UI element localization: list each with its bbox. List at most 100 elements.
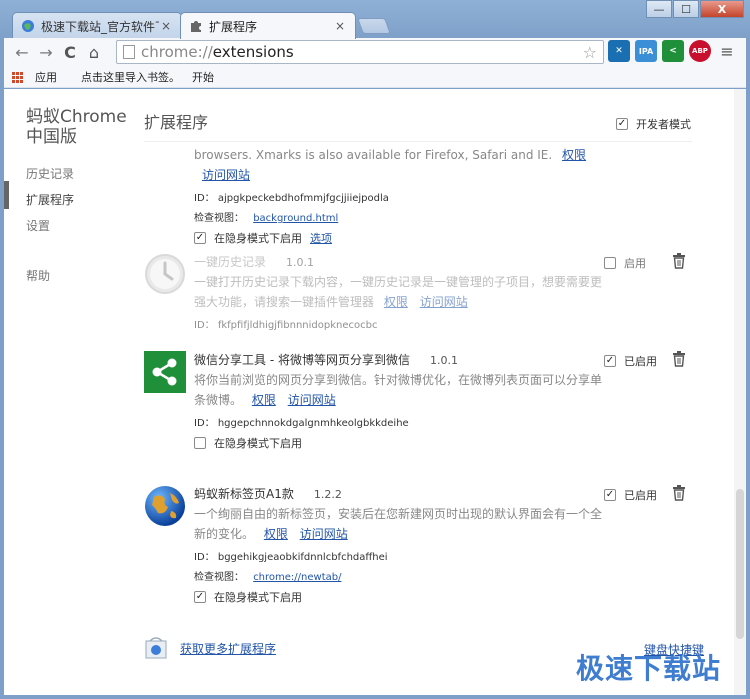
toolbar: ← → C ⌂ chrome:// extensions ☆ ✕ IPA < A… (4, 38, 746, 66)
back-button[interactable]: ← (10, 40, 34, 64)
close-window-button[interactable]: X (700, 0, 744, 18)
sidebar-item-history[interactable]: 历史记录 (26, 165, 74, 182)
menu-icon[interactable]: ≡ (716, 40, 738, 62)
extension-details: 蚂蚁新标签页A1款 1.2.2 一个绚丽自由的新标签页，安装后在您新建网页时出现的… (194, 485, 604, 605)
abp-icon[interactable]: ABP (689, 40, 711, 62)
inspect-views: 检查视图： background.html (194, 213, 339, 224)
extension-details: browsers. Xmarks is also available for F… (194, 145, 604, 246)
get-more-extensions[interactable]: 获取更多扩展程序 (144, 637, 276, 659)
ipa-icon[interactable]: IPA (635, 40, 657, 62)
bookmarks-bar: 应用 点击这里导入书签。 开始 (4, 66, 746, 88)
tab-title: 极速下载站_官方软件下载 (41, 19, 159, 34)
share-icon[interactable]: < (662, 40, 684, 62)
window-controls: — ☐ X (645, 0, 744, 18)
close-icon[interactable]: × (333, 19, 347, 33)
tab-strip: 极速下载站_官方软件下载 × 扩展程序 × — ☐ X (0, 0, 750, 39)
extension-details: 微信分享工具 - 将微博等网页分享到微信 1.0.1 将你当前浏览的网页分享到微信… (194, 351, 604, 451)
share-icon (144, 351, 186, 393)
page-icon (123, 45, 135, 59)
website-link[interactable]: 访问网站 (202, 168, 250, 182)
extension-id: ID： fkfpfifjldhigjfibnnnidopknecocbc (194, 320, 378, 331)
browser-window: 极速下载站_官方软件下载 × 扩展程序 × — ☐ X ← → C ⌂ chro… (0, 0, 750, 699)
globe-icon (144, 485, 186, 527)
apps-icon (12, 72, 23, 83)
permissions-link[interactable]: 权限 (562, 148, 586, 162)
new-tab-button[interactable] (357, 18, 391, 34)
website-link[interactable]: 访问网站 (420, 295, 468, 309)
enable-checkbox[interactable]: ✓ (604, 489, 616, 501)
enable-toggle[interactable]: ✓ 已启用 (604, 487, 657, 503)
extension-item-xmarks: browsers. Xmarks is also available for F… (144, 145, 704, 246)
apps-label: 应用 (35, 70, 57, 84)
incognito-checkbox[interactable]: ✓ (194, 591, 206, 603)
sidebar-item-settings[interactable]: 设置 (26, 217, 50, 234)
scrollbar-thumb[interactable] (736, 489, 744, 639)
reload-button[interactable]: C (58, 40, 82, 64)
enable-checkbox[interactable] (604, 257, 616, 269)
extensions-page: 蚂蚁Chrome中国版 历史记录 扩展程序 设置 帮助 扩展程序 ✓ 开发者模式… (4, 89, 746, 695)
incognito-toggle[interactable]: ✓ 在隐身模式下启用 (194, 589, 604, 605)
globe-icon (21, 19, 35, 33)
website-link[interactable]: 访问网站 (288, 393, 336, 407)
header-divider (144, 141, 692, 142)
minimize-button[interactable]: — (646, 0, 672, 18)
trash-icon[interactable] (672, 351, 686, 367)
developer-mode-label: 开发者模式 (636, 118, 691, 131)
sidebar-item-help[interactable]: 帮助 (26, 267, 50, 284)
website-link[interactable]: 访问网站 (300, 527, 348, 541)
incognito-toggle[interactable]: ✓ 在隐身模式下启用 选项 (194, 230, 604, 246)
inspect-views: 检查视图： chrome://newtab/ (194, 572, 342, 583)
tab-download-site[interactable]: 极速下载站_官方软件下载 × (12, 12, 182, 39)
enable-toggle[interactable]: ✓ 已启用 (604, 353, 657, 369)
extension-description: 将你当前浏览的网页分享到微信。针对微博优化，在微博列表页面可以分享单条微博。 权… (194, 373, 603, 407)
sidebar-title: 蚂蚁Chrome中国版 (26, 107, 127, 147)
trash-icon[interactable] (672, 253, 686, 269)
permissions-link[interactable]: 权限 (264, 527, 288, 541)
extension-id: ID： ajpgkpeckebdhofmmjfgcjjiiejpodla (194, 193, 389, 204)
extension-version: 1.0.1 (429, 354, 458, 367)
permissions-link[interactable]: 权限 (384, 295, 408, 309)
extension-name: 微信分享工具 - 将微博等网页分享到微信 1.0.1 (194, 353, 458, 367)
xmarks-icon[interactable]: ✕ (608, 40, 630, 62)
extension-version: 1.2.2 (313, 488, 342, 501)
extension-description: browsers. Xmarks is also available for F… (194, 148, 587, 182)
enable-checkbox[interactable]: ✓ (604, 355, 616, 367)
developer-mode-toggle[interactable]: ✓ 开发者模式 (616, 116, 691, 132)
watermark-logo: 极速下载站 (576, 652, 722, 685)
page-title: 扩展程序 (144, 113, 209, 132)
close-icon[interactable]: × (159, 19, 173, 33)
enable-toggle[interactable]: 启用 (604, 255, 646, 271)
trash-icon[interactable] (672, 485, 686, 501)
get-more-link[interactable]: 获取更多扩展程序 (180, 640, 276, 657)
sidebar-item-extensions[interactable]: 扩展程序 (26, 191, 74, 208)
extension-details: 一键历史记录 1.0.1 一键打开历史记录下载内容，一键历史记录是一键管理的子项目… (194, 253, 604, 331)
scrollbar[interactable] (734, 89, 746, 695)
extension-id: ID： hggepchnnokdgalgnmhkeolgbkkdeihe (194, 418, 409, 429)
apps-bookmark[interactable]: 应用 (12, 69, 69, 85)
incognito-toggle[interactable]: 在隐身模式下启用 (194, 435, 604, 451)
url-scheme: chrome:// (141, 43, 213, 61)
bookmark-star-icon[interactable]: ☆ (583, 43, 597, 62)
tab-title: 扩展程序 (209, 19, 258, 34)
tab-extensions[interactable]: 扩展程序 × (180, 12, 356, 39)
permissions-link[interactable]: 权限 (252, 393, 276, 407)
extension-name: 蚂蚁新标签页A1款 1.2.2 (194, 487, 342, 501)
background-page-link[interactable]: background.html (253, 213, 338, 224)
incognito-checkbox[interactable] (194, 437, 206, 449)
options-link[interactable]: 选项 (310, 230, 332, 246)
newtab-page-link[interactable]: chrome://newtab/ (253, 572, 341, 583)
forward-button[interactable]: → (34, 40, 58, 64)
sidebar: 蚂蚁Chrome中国版 历史记录 扩展程序 设置 帮助 (4, 89, 136, 695)
incognito-checkbox[interactable]: ✓ (194, 232, 206, 244)
url-host: extensions (212, 43, 294, 61)
import-bookmarks-link[interactable]: 点击这里导入书签。 (81, 69, 180, 85)
maximize-button[interactable]: ☐ (673, 0, 699, 18)
web-store-icon (144, 637, 168, 659)
active-indicator (4, 181, 9, 209)
extension-description: 一个绚丽自由的新标签页，安装后在您新建网页时出现的默认界面会有一个全新的变化。 … (194, 507, 603, 541)
address-bar[interactable]: chrome:// extensions ☆ (116, 40, 604, 64)
home-button[interactable]: ⌂ (82, 40, 106, 64)
start-bookmark[interactable]: 开始 (192, 69, 214, 85)
extension-name: 一键历史记录 1.0.1 (194, 255, 315, 269)
developer-mode-checkbox[interactable]: ✓ (616, 118, 628, 130)
